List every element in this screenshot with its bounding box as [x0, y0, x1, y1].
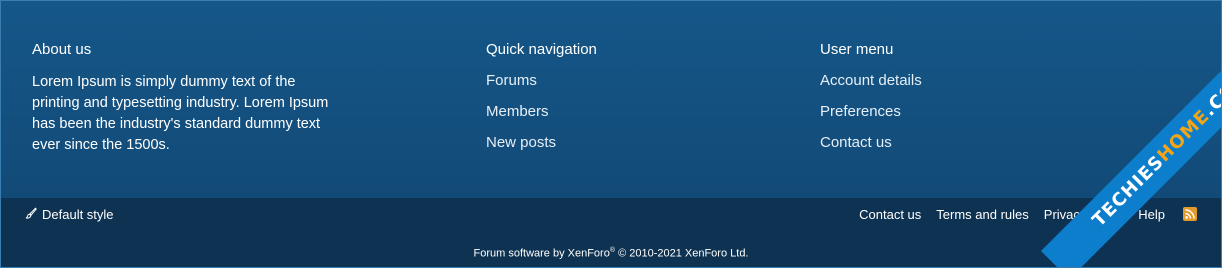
nav-link-members[interactable]: Members — [486, 103, 597, 121]
rss-icon[interactable] — [1183, 207, 1197, 221]
user-link-contact-us[interactable]: Contact us — [820, 134, 922, 152]
footer-link-help[interactable]: Help — [1138, 207, 1165, 223]
user-menu-list: Account details Preferences Contact us — [820, 72, 922, 152]
user-link-preferences[interactable]: Preferences — [820, 103, 922, 121]
copyright-notice: Forum software by XenForo® © 2010-2021 X… — [1, 244, 1221, 261]
about-column: About us Lorem Ipsum is simply dummy tex… — [32, 41, 332, 156]
user-menu-title: User menu — [820, 41, 894, 58]
quick-navigation-column: Quick navigation Forums Members New post… — [486, 41, 597, 165]
about-title: About us — [32, 41, 92, 58]
footer-upper: About us Lorem Ipsum is simply dummy tex… — [1, 1, 1221, 198]
about-text: Lorem Ipsum is simply dummy text of the … — [32, 74, 329, 153]
paintbrush-icon — [25, 207, 37, 223]
user-link-account-details[interactable]: Account details — [820, 72, 922, 90]
footer-link-terms[interactable]: Terms and rules — [936, 207, 1028, 223]
copyright-suffix: © 2010-2021 XenForo Ltd. — [615, 247, 749, 260]
page-footer: About us Lorem Ipsum is simply dummy tex… — [0, 0, 1222, 268]
style-chooser-link[interactable]: Default style — [25, 207, 114, 223]
nav-link-forums[interactable]: Forums — [486, 72, 597, 90]
quick-navigation-title: Quick navigation — [486, 41, 597, 58]
quick-navigation-list: Forums Members New posts — [486, 72, 597, 152]
footer-link-contact-us[interactable]: Contact us — [859, 207, 921, 223]
user-menu-column: User menu Account details Preferences Co… — [820, 41, 922, 165]
nav-link-new-posts[interactable]: New posts — [486, 134, 597, 152]
style-chooser-label: Default style — [42, 207, 114, 222]
copyright-prefix[interactable]: Forum software by XenForo — [474, 248, 610, 260]
